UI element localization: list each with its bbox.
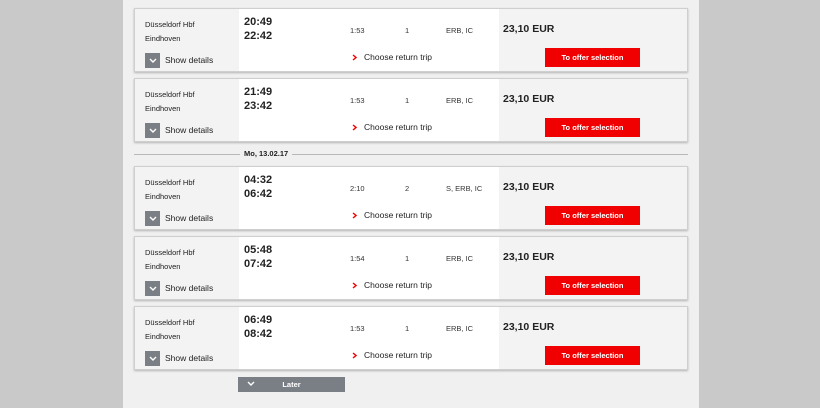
date-separator: Mo, 13.02.17 xyxy=(134,148,688,160)
chevron-right-icon xyxy=(352,281,357,289)
departure-time: 06:49 xyxy=(244,314,273,326)
choose-return-trip-link[interactable]: Choose return trip xyxy=(352,122,432,132)
price: 23,10 EUR xyxy=(503,321,555,333)
departure-time: 21:49 xyxy=(244,86,273,98)
choose-return-trip-link[interactable]: Choose return trip xyxy=(352,210,432,220)
duration: 1:53 xyxy=(350,324,365,333)
chevron-down-icon xyxy=(145,350,160,366)
show-details-button[interactable]: Show details xyxy=(145,210,213,226)
later-label: Later xyxy=(282,380,301,389)
show-details-label: Show details xyxy=(165,125,214,135)
arrival-station: Eindhoven xyxy=(145,332,181,341)
offer-selection-button[interactable]: To offer selection xyxy=(545,276,640,295)
arrival-time: 07:42 xyxy=(244,258,273,270)
changes-count: 1 xyxy=(405,96,410,105)
chevron-right-icon xyxy=(352,211,357,219)
duration: 2:10 xyxy=(350,184,365,193)
departure-station: Düsseldorf Hbf xyxy=(145,20,195,29)
price: 23,10 EUR xyxy=(503,251,555,263)
changes-count: 2 xyxy=(405,184,410,193)
show-details-label: Show details xyxy=(165,283,214,293)
changes-count: 1 xyxy=(405,324,410,333)
duration: 1:53 xyxy=(350,26,365,35)
connection-card: Düsseldorf Hbf Eindhoven Show details 05… xyxy=(134,236,688,300)
chevron-down-icon xyxy=(145,122,160,138)
offer-selection-button[interactable]: To offer selection xyxy=(545,118,640,137)
chevron-down-icon xyxy=(145,280,160,296)
departure-time: 04:32 xyxy=(244,174,273,186)
changes-count: 1 xyxy=(405,254,410,263)
products: ERB, IC xyxy=(446,254,474,263)
choose-return-trip-label: Choose return trip xyxy=(364,350,433,360)
arrival-station: Eindhoven xyxy=(145,104,181,113)
choose-return-trip-label: Choose return trip xyxy=(364,122,433,132)
arrival-station: Eindhoven xyxy=(145,192,181,201)
price: 23,10 EUR xyxy=(503,93,555,105)
products: S, ERB, IC xyxy=(446,184,483,193)
show-details-label: Show details xyxy=(165,213,214,223)
price: 23,10 EUR xyxy=(503,181,555,193)
show-details-button[interactable]: Show details xyxy=(145,350,213,366)
products: ERB, IC xyxy=(446,26,474,35)
date-label: Mo, 13.02.17 xyxy=(240,148,293,160)
show-details-button[interactable]: Show details xyxy=(145,52,213,68)
arrival-station: Eindhoven xyxy=(145,262,181,271)
departure-station: Düsseldorf Hbf xyxy=(145,178,195,187)
chevron-right-icon xyxy=(352,351,357,359)
choose-return-trip-link[interactable]: Choose return trip xyxy=(352,52,432,62)
arrival-time: 22:42 xyxy=(244,30,273,42)
arrival-time: 23:42 xyxy=(244,100,273,112)
chevron-right-icon xyxy=(352,53,357,61)
chevron-down-icon xyxy=(145,210,160,226)
offer-selection-button[interactable]: To offer selection xyxy=(545,346,640,365)
connection-card: Düsseldorf Hbf Eindhoven Show details 06… xyxy=(134,306,688,370)
later-button[interactable]: Later xyxy=(238,377,345,392)
products: ERB, IC xyxy=(446,96,474,105)
departure-station: Düsseldorf Hbf xyxy=(145,318,195,327)
choose-return-trip-label: Choose return trip xyxy=(364,280,433,290)
show-details-label: Show details xyxy=(165,353,214,363)
show-details-button[interactable]: Show details xyxy=(145,122,213,138)
chevron-down-icon xyxy=(145,52,160,68)
separator-line xyxy=(134,154,688,155)
show-details-label: Show details xyxy=(165,55,214,65)
connection-card: Düsseldorf Hbf Eindhoven Show details 20… xyxy=(134,8,688,72)
arrival-time: 08:42 xyxy=(244,328,273,340)
choose-return-trip-link[interactable]: Choose return trip xyxy=(352,280,432,290)
arrival-station: Eindhoven xyxy=(145,34,181,43)
offer-selection-button[interactable]: To offer selection xyxy=(545,48,640,67)
duration: 1:54 xyxy=(350,254,365,263)
offer-selection-button[interactable]: To offer selection xyxy=(545,206,640,225)
departure-station: Düsseldorf Hbf xyxy=(145,248,195,257)
changes-count: 1 xyxy=(405,26,410,35)
connection-card: Düsseldorf Hbf Eindhoven Show details 04… xyxy=(134,166,688,230)
price: 23,10 EUR xyxy=(503,23,555,35)
arrival-time: 06:42 xyxy=(244,188,273,200)
departure-time: 05:48 xyxy=(244,244,273,256)
connection-card: Düsseldorf Hbf Eindhoven Show details 21… xyxy=(134,78,688,142)
departure-time: 20:49 xyxy=(244,16,273,28)
choose-return-trip-link[interactable]: Choose return trip xyxy=(352,350,432,360)
departure-station: Düsseldorf Hbf xyxy=(145,90,195,99)
chevron-right-icon xyxy=(352,123,357,131)
show-details-button[interactable]: Show details xyxy=(145,280,213,296)
choose-return-trip-label: Choose return trip xyxy=(364,52,433,62)
choose-return-trip-label: Choose return trip xyxy=(364,210,433,220)
duration: 1:53 xyxy=(350,96,365,105)
products: ERB, IC xyxy=(446,324,474,333)
